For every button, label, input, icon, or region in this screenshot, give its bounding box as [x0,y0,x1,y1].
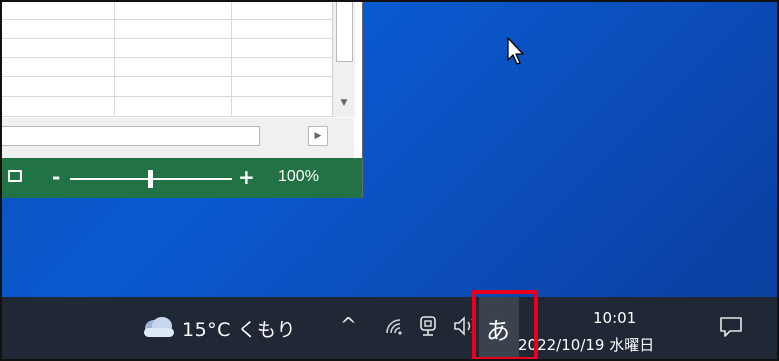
vertical-scrollbar[interactable]: ▼ [332,0,355,117]
notification-icon[interactable] [718,315,744,339]
cloud-icon[interactable] [140,314,176,338]
wifi-icon[interactable] [384,317,404,335]
mouse-cursor-icon [507,37,524,65]
zoom-slider-knob[interactable] [148,170,153,188]
meet-now-icon[interactable] [418,315,438,337]
excel-window: ▼ ▶ - + 100% [0,0,363,198]
scroll-right-button[interactable]: ▶ [308,126,328,146]
page-layout-icon[interactable] [8,170,22,182]
zoom-in-button[interactable]: + [238,165,255,189]
clock-time[interactable]: 10:01 [593,309,636,327]
zoom-level[interactable]: 100% [278,168,319,186]
excel-status-bar: - + 100% [0,158,362,198]
taskbar: 15°C くもり ^ あ 10:01 2022/10/19 水曜日 [0,297,779,361]
spreadsheet-grid[interactable] [0,0,332,117]
clock-date[interactable]: 2022/10/19 水曜日 [518,334,654,355]
vertical-scroll-thumb[interactable] [336,0,353,62]
horizontal-scrollbar[interactable] [0,126,260,146]
show-hidden-icons-button[interactable]: ^ [340,313,357,337]
weather-text[interactable]: 15°C くもり [182,315,296,342]
horizontal-scroll-area: ▶ [0,118,354,158]
scroll-down-button[interactable]: ▼ [337,96,351,110]
annotation-highlight-box [472,290,538,361]
zoom-out-button[interactable]: - [52,165,60,189]
